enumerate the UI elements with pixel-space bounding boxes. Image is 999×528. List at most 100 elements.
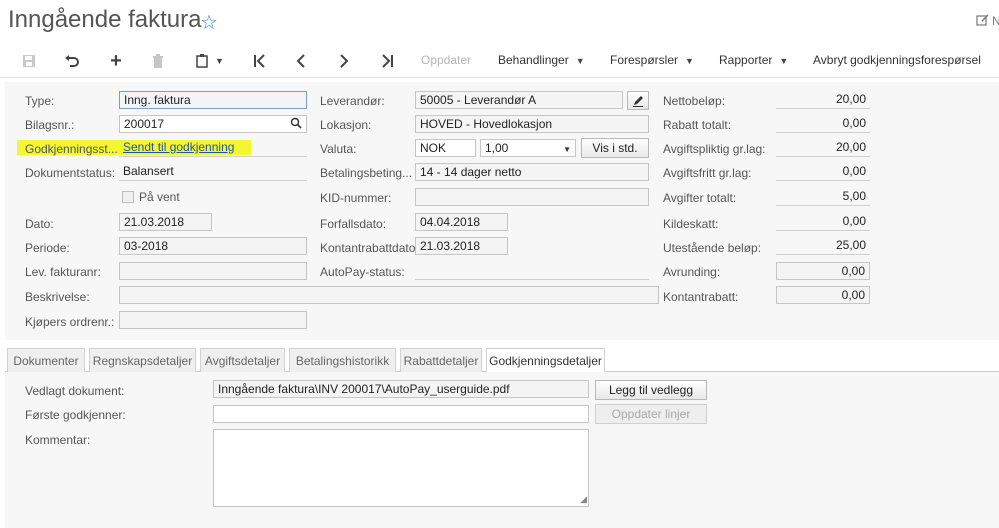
approval-status-link[interactable]: Sendt til godkjenning	[123, 140, 234, 154]
approval-status-label: Godkjenningsst...	[25, 142, 118, 156]
resize-grip-icon[interactable]: ◢	[580, 494, 587, 505]
tab-approval-details[interactable]: Godkjenningsdetaljer	[486, 348, 605, 373]
approval-details-panel: Vedlagt dokument: Inngående faktura\INV …	[5, 372, 999, 528]
document-status-label: Dokumentstatus:	[25, 166, 116, 180]
buyer-order-number-label: Kjøpers ordrenr.:	[25, 315, 115, 329]
kid-number-field[interactable]	[415, 188, 649, 206]
add-attachment-button[interactable]: Legg til vedlegg	[595, 380, 707, 400]
voucher-number-value: 200017	[124, 117, 165, 131]
chevron-down-icon: ▼	[563, 145, 571, 154]
chevron-down-icon: ▼	[779, 56, 789, 66]
add-icon[interactable]: +	[105, 50, 127, 72]
paste-icon[interactable]: ▼	[190, 50, 230, 72]
tab-payment-history[interactable]: Betalingshistorikk	[289, 348, 396, 372]
approval-status-value: Sendt til godkjenning	[119, 139, 307, 157]
tab-tax-details[interactable]: Avgiftsdetaljer	[200, 348, 285, 372]
inquiries-menu-label: Forespørsler	[610, 53, 679, 67]
description-label: Beskrivelse:	[25, 290, 90, 304]
supplier-invoice-number-label: Lev. fakturanr:	[25, 265, 101, 279]
total-label-discount: Rabatt totalt:	[663, 118, 732, 132]
first-record-icon[interactable]	[248, 50, 270, 72]
total-label-taxable-base: Avgiftspliktig gr.lag:	[663, 142, 766, 156]
kid-number-label: KID-nummer:	[320, 191, 392, 205]
cash-discount-date-field[interactable]: 21.03.2018	[415, 237, 508, 255]
total-value-taxable-base: 20,00	[776, 139, 870, 157]
title-bar: Inngående faktura ☆ N	[0, 0, 999, 42]
exchange-rate-value: 1,00	[485, 141, 509, 155]
total-label-rounding: Avrunding:	[663, 265, 721, 279]
pencil-icon	[633, 95, 643, 107]
on-hold-label: På vent	[139, 190, 180, 204]
tab-documents[interactable]: Dokumenter	[7, 348, 85, 372]
edit-supplier-button[interactable]	[627, 91, 649, 110]
reports-menu[interactable]: Rapporter ▼	[719, 53, 788, 67]
favorite-star-icon[interactable]: ☆	[200, 10, 218, 35]
due-date-label: Forfallsdato:	[320, 217, 387, 231]
detail-tabs: Dokumenter Regnskapsdetaljer Avgiftsdeta…	[5, 346, 999, 373]
exchange-rate-select[interactable]: 1,00 ▼	[480, 139, 576, 157]
chevron-down-icon: ▼	[575, 56, 585, 66]
total-label-cash-discount: Kontantrabatt:	[663, 290, 739, 304]
edit-note-icon[interactable]	[976, 13, 990, 30]
notes-label[interactable]: N	[992, 14, 999, 28]
attached-document-label: Vedlagt dokument:	[25, 384, 125, 398]
payment-terms-label: Betalingsbeting...	[320, 166, 413, 180]
on-hold-checkbox[interactable]	[122, 191, 134, 203]
chevron-down-icon: ▼	[685, 56, 694, 66]
first-approver-field[interactable]	[213, 405, 589, 423]
payment-terms-field[interactable]: 14 - 14 dager netto	[415, 163, 649, 181]
update-button[interactable]: Oppdater	[421, 53, 471, 67]
previous-record-icon[interactable]	[290, 50, 312, 72]
tab-accounting-details[interactable]: Regnskapsdetaljer	[89, 348, 196, 372]
supplier-invoice-number-field[interactable]	[119, 262, 307, 280]
comment-textarea[interactable]: ◢	[213, 429, 589, 507]
total-value-outstanding: 25,00	[776, 237, 870, 255]
currency-field[interactable]: NOK	[415, 139, 476, 157]
total-value-rounding[interactable]: 0,00	[776, 262, 870, 280]
total-label-withholding-tax: Kildeskatt:	[663, 217, 719, 231]
supplier-field[interactable]: 50005 - Leverandør A	[415, 91, 623, 109]
date-field[interactable]: 21.03.2018	[119, 213, 212, 231]
cancel-approval-request-button[interactable]: Avbryt godkjenningsforespørsel	[813, 53, 981, 67]
description-field[interactable]	[119, 286, 659, 304]
buyer-order-number-field[interactable]	[119, 311, 307, 329]
voucher-number-label: Bilagsnr.:	[25, 118, 75, 132]
total-label-net-amount: Nettobeløp:	[663, 94, 726, 108]
reports-menu-label: Rapporter	[719, 53, 773, 67]
show-in-standard-button[interactable]: Vis i std.	[581, 138, 649, 158]
total-value-tax-exempt-base: 0,00	[776, 163, 870, 181]
total-label-tax-exempt-base: Avgiftsfritt gr.lag:	[663, 166, 752, 180]
autopay-status-label: AutoPay-status:	[320, 265, 405, 279]
attached-document-field[interactable]: Inngående faktura\INV 200017\AutoPay_use…	[213, 380, 589, 398]
currency-label: Valuta:	[320, 142, 357, 156]
type-label: Type:	[25, 94, 55, 108]
location-label: Lokasjon:	[320, 118, 372, 132]
document-header-form: Type: Inng. faktura Bilagsnr.: 200017 Go…	[5, 82, 999, 340]
update-lines-button[interactable]: Oppdater linjer	[595, 404, 707, 424]
total-value-discount: 0,00	[776, 115, 870, 133]
last-record-icon[interactable]	[377, 50, 399, 72]
autopay-status-value	[415, 262, 649, 280]
search-icon[interactable]	[290, 117, 302, 132]
voucher-number-field[interactable]: 200017	[119, 115, 307, 133]
save-icon[interactable]	[18, 50, 40, 72]
total-value-cash-discount[interactable]: 0,00	[776, 286, 870, 304]
comment-label: Kommentar:	[25, 433, 91, 447]
undo-icon[interactable]	[61, 50, 83, 72]
inquiries-menu[interactable]: Forespørsler ▼	[610, 53, 694, 67]
delete-icon[interactable]	[147, 50, 169, 72]
tab-discount-details[interactable]: Rabattdetaljer	[400, 348, 482, 372]
first-approver-label: Første godkjenner:	[25, 408, 126, 422]
supplier-label: Leverandør:	[320, 94, 385, 108]
total-value-net-amount: 20,00	[776, 91, 870, 109]
type-field[interactable]: Inng. faktura	[119, 91, 307, 109]
document-status-value: Balansert	[119, 163, 307, 181]
cash-discount-date-label: Kontantrabattdato:	[320, 241, 419, 255]
paste-dropdown-chevron-icon[interactable]: ▼	[215, 56, 224, 66]
next-record-icon[interactable]	[333, 50, 355, 72]
processing-menu[interactable]: Behandlinger ▼	[498, 53, 585, 67]
due-date-field[interactable]: 04.04.2018	[415, 213, 508, 231]
period-field[interactable]: 03-2018	[119, 237, 307, 255]
total-value-tax-total: 5,00	[776, 188, 870, 206]
location-field[interactable]: HOVED - Hovedlokasjon	[415, 115, 649, 133]
